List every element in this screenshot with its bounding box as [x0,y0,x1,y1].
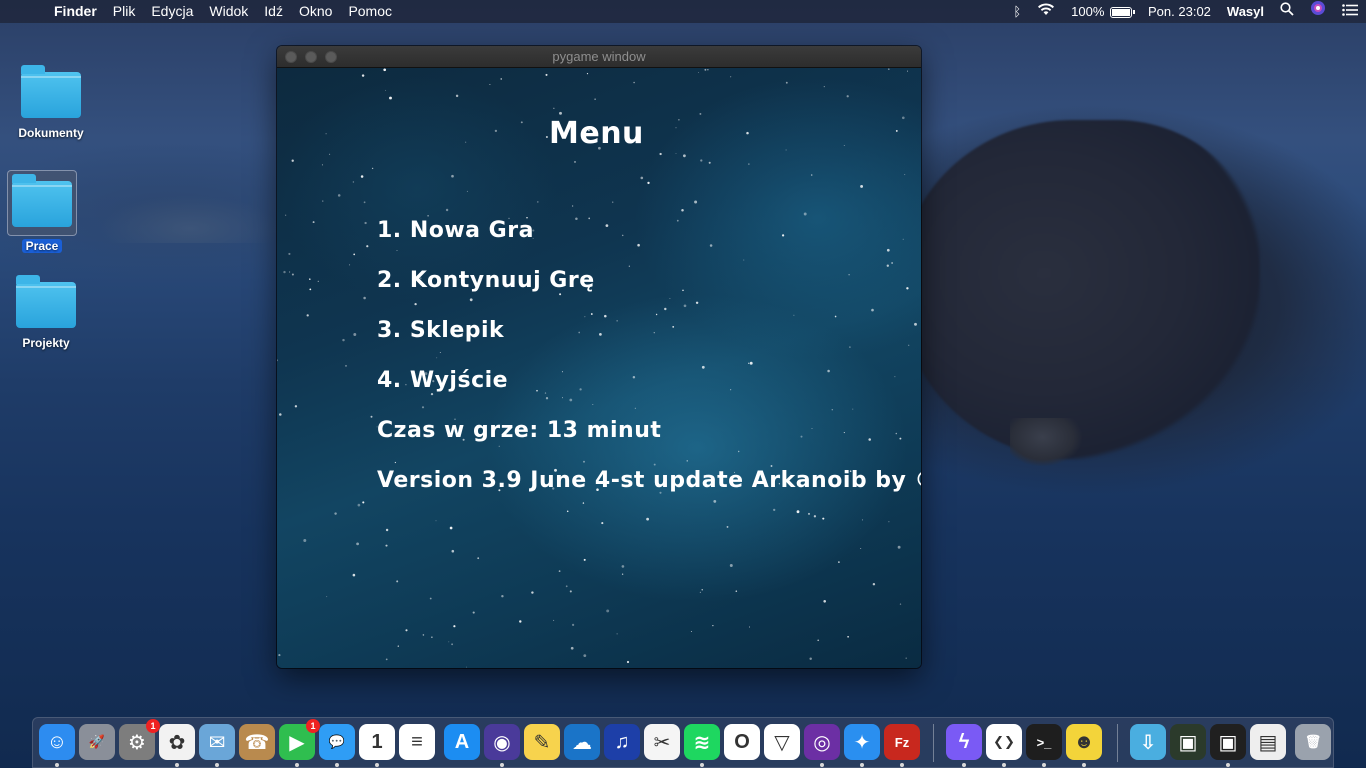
running-indicator [55,763,59,767]
tor-browser-icon[interactable]: ◎ [804,724,840,760]
safari-icon[interactable]: ✦ [844,724,880,760]
zoom-window-button[interactable] [325,51,337,63]
dock-separator [1117,724,1118,762]
running-indicator [1002,763,1006,767]
desktop-folder-label: Projekty [22,336,70,350]
menu-item-idz[interactable]: Idź [256,0,291,23]
calendar-icon[interactable]: 1 [359,724,395,760]
dock: ☺ 🚀 ⚙ 1 ✿ ✉ ☎ ▶ 1 💬 1 ≡ A ◉ ✎ ☁ ♫ ✂ ≋ O ▽ ◎ ✦ Fz ϟ ❮❯ >_ ☻ ⇩ ▣ ▣ ▤ 🗑 [32,717,1334,768]
folder-icon [12,174,72,227]
notification-badge: 1 [306,719,320,733]
desktop-folder-projekty[interactable]: Projekty [6,275,86,350]
photos-icon[interactable]: ✿ [159,724,195,760]
notification-center-icon[interactable] [1334,0,1366,23]
terminal-icon[interactable]: >_ [1026,724,1062,760]
bluetooth-icon[interactable]: ᛒ [1005,0,1029,23]
menu-item-plik[interactable]: Plik [105,0,144,23]
audacity-icon[interactable]: ♫ [604,724,640,760]
app-store-icon[interactable]: A [444,724,480,760]
battery-status[interactable]: 100% [1063,0,1140,23]
game-canvas[interactable]: Menu 1. Nowa Gra 2. Kontynuuj Grę 3. Skl… [277,68,921,668]
running-indicator [1226,763,1230,767]
wallpaper-distant-island [100,195,280,243]
reminders-icon[interactable]: ≡ [399,724,435,760]
minimize-window-button[interactable] [305,51,317,63]
running-indicator [1042,763,1046,767]
running-indicator [295,763,299,767]
desktop-folder-label: Dokumenty [18,126,84,140]
finder-icon[interactable]: ☺ [39,724,75,760]
running-indicator [335,763,339,767]
wallpaper-rock [1010,418,1082,466]
clock[interactable]: Pon. 23:02 [1140,0,1219,23]
trash-icon[interactable]: 🗑 [1295,724,1331,760]
running-indicator [860,763,864,767]
running-indicator [175,763,179,767]
battery-icon [1110,7,1136,19]
cyberduck-icon[interactable]: ☻ [1066,724,1102,760]
desktop-folder-label: Prace [21,239,63,253]
opera-icon[interactable]: O [724,724,760,760]
recent-window-3-icon[interactable]: ▤ [1250,724,1286,760]
facetime-icon[interactable]: ▶ 1 [279,719,320,760]
recent-window-2-icon[interactable]: ▣ [1210,724,1246,760]
user-name[interactable]: Wasyl [1219,0,1272,23]
running-indicator [1082,763,1086,767]
desktop-folder-dokumenty[interactable]: Dokumenty [11,65,91,140]
proton-vpn-icon[interactable]: ▽ [764,724,800,760]
menu-item-okno[interactable]: Okno [291,0,340,23]
messenger-icon[interactable]: ϟ [946,724,982,760]
menu-option-new-game[interactable]: 1. Nowa Gra [377,218,534,243]
menu-item-pomoc[interactable]: Pomoc [340,0,400,23]
launchpad-icon[interactable]: 🚀 [79,724,115,760]
siri-icon[interactable] [1302,0,1334,23]
siri-icon[interactable]: ◉ [484,724,520,760]
folder-icon [16,275,76,328]
menu-item-edycja[interactable]: Edycja [143,0,201,23]
menu-bar: Finder Plik Edycja Widok Idź Okno Pomoc … [0,0,1366,23]
play-time-text: Czas w grze: 13 minut [377,418,662,443]
starfield-background [277,68,917,668]
version-text: Version 3.9 June 4-st update Arkanoib by… [377,468,921,493]
running-indicator [962,763,966,767]
recent-window-1-icon[interactable]: ▣ [1170,724,1206,760]
folder-icon [21,65,81,118]
vscode-icon[interactable]: ❮❯ [986,724,1022,760]
menu-option-continue[interactable]: 2. Kontynuuj Grę [377,268,595,293]
mail-icon[interactable]: ✉ [199,724,235,760]
notes-icon[interactable]: ✎ [524,724,560,760]
messages-icon[interactable]: 💬 [319,724,355,760]
contacts-icon[interactable]: ☎ [239,724,275,760]
system-preferences-icon[interactable]: ⚙ 1 [119,719,160,760]
downloads-folder-icon[interactable]: ⇩ [1130,724,1166,760]
battery-percent: 100% [1071,4,1105,19]
dock-separator [933,724,934,762]
menu-item-widok[interactable]: Widok [201,0,256,23]
close-window-button[interactable] [285,51,297,63]
running-indicator [375,763,379,767]
running-indicator [215,763,219,767]
running-indicator [900,763,904,767]
running-indicator [820,763,824,767]
openoffice-icon[interactable]: ☁ [564,724,600,760]
menu-option-exit[interactable]: 4. Wyjście [377,368,508,393]
running-indicator [700,763,704,767]
capcut-icon[interactable]: ✂ [644,724,680,760]
window-titlebar[interactable]: pygame window [277,46,921,68]
pygame-window: pygame window Menu 1. Nowa Gra 2. Kontyn… [277,46,921,668]
spotlight-search-icon[interactable] [1272,0,1302,23]
notification-badge: 1 [146,719,160,733]
menu-app-name[interactable]: Finder [46,0,105,23]
window-title: pygame window [552,49,646,64]
spotify-icon[interactable]: ≋ [684,724,720,760]
desktop-folder-prace[interactable]: Prace [2,170,82,253]
wallpaper-island [900,120,1260,460]
menu-option-shop[interactable]: 3. Sklepik [377,318,504,343]
menu-title: Menu [549,116,644,151]
filezilla-icon[interactable]: Fz [884,724,920,760]
running-indicator [500,763,504,767]
wifi-icon[interactable] [1029,0,1063,23]
